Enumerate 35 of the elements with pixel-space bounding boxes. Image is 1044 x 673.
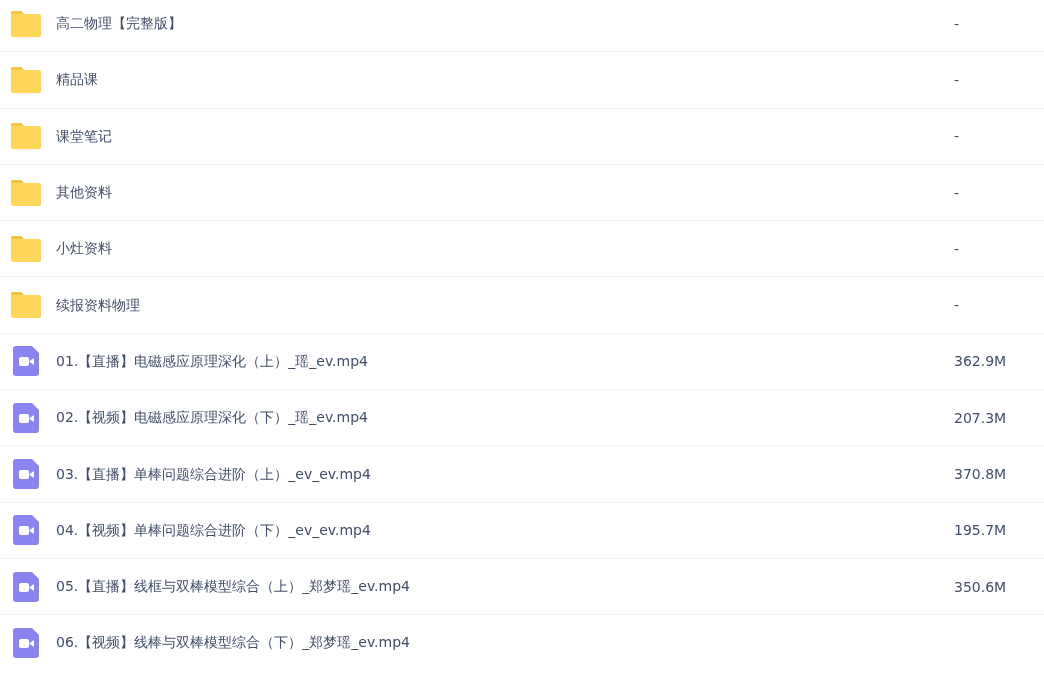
file-size: 207.3M: [954, 409, 1007, 426]
video-file-icon: [13, 459, 39, 489]
file-name[interactable]: 06.【视频】线棒与双棒模型综合（下）_郑梦瑶_ev.mp4: [56, 632, 954, 654]
file-size: -: [954, 71, 960, 88]
file-name[interactable]: 精品课: [56, 69, 954, 91]
file-size: -: [954, 240, 960, 257]
file-name[interactable]: 小灶资料: [56, 238, 954, 260]
file-name[interactable]: 其他资料: [56, 182, 954, 204]
file-size: -: [954, 15, 960, 32]
folder-icon: [10, 292, 42, 319]
file-size: 350.6M: [954, 578, 1007, 595]
file-name[interactable]: 02.【视频】电磁感应原理深化（下）_瑶_ev.mp4: [56, 407, 954, 429]
folder-icon: [10, 123, 42, 150]
file-size: -: [954, 128, 960, 145]
video-file-icon: [13, 571, 39, 602]
file-name[interactable]: 续报资料物理: [56, 294, 954, 316]
file-size: -: [954, 184, 960, 201]
video-file-icon: [13, 346, 39, 377]
file-name[interactable]: 05.【直播】线框与双棒模型综合（上）_郑梦瑶_ev.mp4: [56, 576, 954, 598]
video-file-icon: [13, 627, 39, 658]
folder-icon: [10, 179, 42, 206]
file-name[interactable]: 03.【直播】单棒问题综合进阶（上）_ev_ev.mp4: [56, 463, 954, 485]
folder-icon: [10, 10, 42, 37]
file-size: 370.8M: [954, 466, 1007, 482]
file-size: 362.9M: [954, 353, 1007, 370]
folder-icon: [10, 235, 42, 262]
video-file-icon: [13, 402, 39, 433]
file-size: -: [954, 297, 960, 314]
file-name[interactable]: 04.【视频】单棒问题综合进阶（下）_ev_ev.mp4: [56, 519, 954, 541]
file-name[interactable]: 01.【直播】电磁感应原理深化（上）_瑶_ev.mp4: [56, 350, 954, 372]
file-name[interactable]: 课堂笔记: [56, 125, 954, 147]
file-size: 195.7M: [954, 522, 1007, 539]
video-file-icon: [13, 515, 39, 546]
file-name[interactable]: 高二物理【完整版】: [56, 13, 954, 35]
folder-icon: [10, 66, 42, 93]
